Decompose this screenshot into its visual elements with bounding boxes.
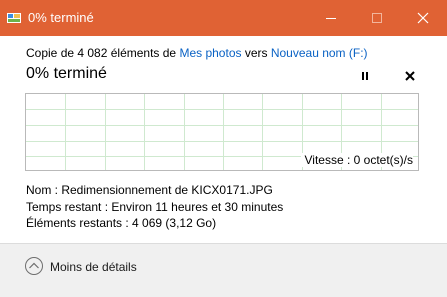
pause-icon: [362, 72, 368, 80]
copy-prefix: Copie de 4 082 éléments de: [26, 46, 180, 60]
close-window-button[interactable]: [400, 0, 446, 36]
speed-readout: Vitesse : 0 octet(s)/s: [300, 153, 413, 167]
time-remaining: Temps restant : Environ 11 heures et 30 …: [26, 200, 284, 214]
copy-middle: vers: [241, 46, 271, 60]
close-icon: [417, 12, 429, 24]
items-remaining: Éléments restants : 4 069 (3,12 Go): [26, 216, 217, 230]
source-link[interactable]: Mes photos: [179, 46, 241, 60]
maximize-icon: [372, 13, 382, 23]
destination-link[interactable]: Nouveau nom (F:): [271, 46, 368, 60]
copy-description: Copie de 4 082 éléments de Mes photos ve…: [26, 46, 368, 60]
current-file-name: Nom : Redimensionnement de KICX0171.JPG: [26, 183, 273, 197]
minimize-button[interactable]: [308, 0, 354, 36]
cancel-button[interactable]: [403, 69, 417, 83]
minimize-icon: [326, 18, 336, 19]
maximize-button[interactable]: [354, 0, 400, 36]
chevron-up-circle-icon: [25, 257, 43, 275]
speed-graph: Vitesse : 0 octet(s)/s: [25, 93, 419, 171]
less-details-label: Moins de détails: [50, 260, 137, 274]
file-copy-icon: [7, 11, 23, 23]
title-bar[interactable]: 0% terminé: [0, 0, 447, 36]
window-title: 0% terminé: [28, 10, 94, 25]
close-icon: [405, 71, 415, 81]
pause-button[interactable]: [357, 69, 373, 83]
progress-title: 0% terminé: [26, 65, 107, 82]
